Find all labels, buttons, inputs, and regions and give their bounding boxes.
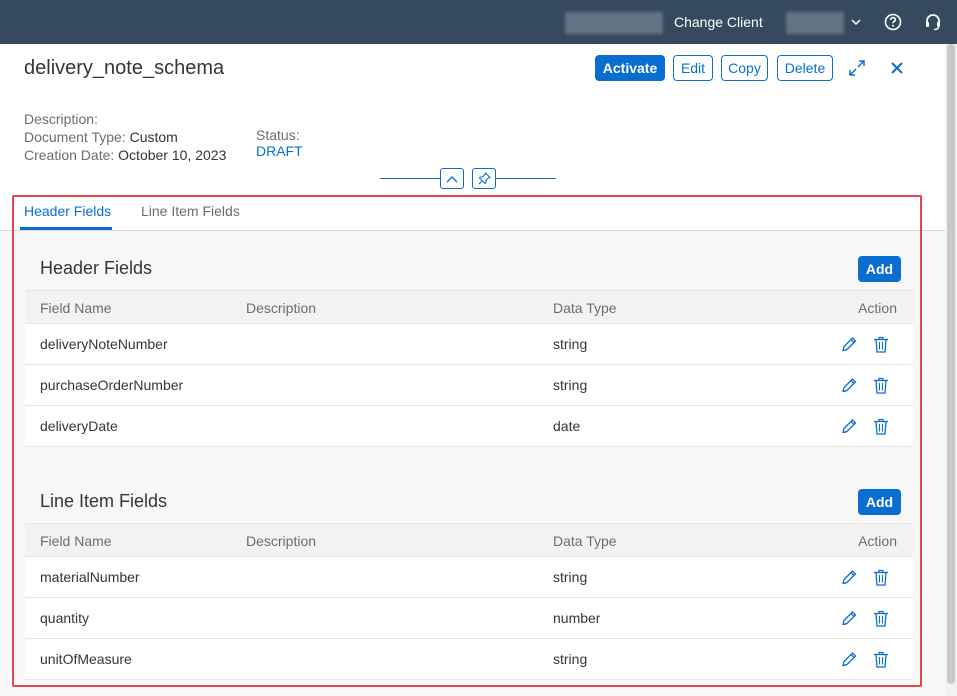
- document-type-attribute: Document Type: Custom: [24, 128, 178, 146]
- pin-header-button[interactable]: [472, 168, 496, 189]
- column-header-description[interactable]: Description: [246, 300, 316, 316]
- description-attribute: Description:: [24, 110, 98, 128]
- collapse-header-icon: [446, 175, 458, 182]
- help-icon[interactable]: [884, 13, 902, 31]
- creation-date-attribute: Creation Date: October 10, 2023: [24, 146, 226, 164]
- table-row[interactable]: unitOfMeasure string: [25, 639, 913, 680]
- table-row[interactable]: deliveryNoteNumber string: [25, 324, 913, 365]
- table-row[interactable]: quantity number: [25, 598, 913, 639]
- data-type-cell: date: [553, 418, 581, 434]
- collapse-header-button[interactable]: [440, 168, 464, 189]
- line-item-fields-title: Line Item Fields: [40, 491, 168, 511]
- line-item-fields-table: Field Name Description Data Type Action …: [25, 523, 913, 680]
- header-fields-table: Field Name Description Data Type Action …: [25, 290, 913, 447]
- edit-button[interactable]: Edit: [673, 55, 713, 81]
- table-row[interactable]: purchaseOrderNumber string: [25, 365, 913, 406]
- creation-date-value: October 10, 2023: [118, 147, 227, 163]
- status-value: DRAFT: [256, 143, 303, 159]
- tab-header-fields[interactable]: Header Fields: [24, 203, 111, 219]
- expand-icon[interactable]: [848, 59, 866, 77]
- column-header-field-name[interactable]: Field Name: [40, 300, 112, 316]
- table-header-row: Field Name Description Data Type Action: [25, 290, 913, 324]
- field-name-cell: materialNumber: [40, 569, 140, 585]
- delete-icon[interactable]: [873, 569, 889, 586]
- header-divider-right: [496, 178, 556, 179]
- delete-icon[interactable]: [873, 418, 889, 435]
- tab-line-item-fields[interactable]: Line Item Fields: [141, 203, 240, 219]
- activate-button[interactable]: Activate: [595, 55, 665, 81]
- delete-icon[interactable]: [873, 377, 889, 394]
- add-line-item-field-button[interactable]: Add: [858, 489, 901, 515]
- close-icon[interactable]: [888, 59, 906, 77]
- status-label: Status:: [256, 127, 300, 143]
- edit-icon[interactable]: [841, 377, 857, 394]
- edit-icon[interactable]: [841, 651, 857, 668]
- page-title: delivery_note_schema: [24, 57, 225, 79]
- data-type-cell: string: [553, 651, 588, 667]
- field-name-cell: deliveryNoteNumber: [40, 336, 168, 352]
- column-header-action: Action: [858, 533, 897, 549]
- column-header-description[interactable]: Description: [246, 533, 316, 549]
- change-client-link[interactable]: Change Client: [674, 14, 763, 30]
- user-name-redacted: [565, 12, 663, 34]
- column-header-field-name[interactable]: Field Name: [40, 533, 112, 549]
- headset-icon[interactable]: [924, 13, 942, 31]
- document-type-value: Custom: [129, 129, 178, 145]
- add-header-field-button[interactable]: Add: [858, 256, 901, 282]
- scrollbar-thumb[interactable]: [947, 44, 955, 684]
- data-type-cell: string: [553, 336, 588, 352]
- document-type-label: Document Type:: [24, 129, 126, 145]
- header-divider-left: [380, 178, 440, 179]
- data-type-cell: string: [553, 569, 588, 585]
- edit-icon[interactable]: [841, 336, 857, 353]
- delete-icon[interactable]: [873, 610, 889, 627]
- table-row[interactable]: materialNumber string: [25, 557, 913, 598]
- edit-icon[interactable]: [841, 610, 857, 627]
- table-row[interactable]: deliveryDate date: [25, 406, 913, 447]
- field-name-cell: deliveryDate: [40, 418, 118, 434]
- delete-button[interactable]: Delete: [777, 55, 833, 81]
- delete-icon[interactable]: [873, 651, 889, 668]
- field-name-cell: quantity: [40, 610, 90, 626]
- field-name-cell: unitOfMeasure: [40, 651, 132, 667]
- pin-icon: [478, 172, 491, 185]
- column-header-action: Action: [858, 300, 897, 316]
- client-selector-redacted[interactable]: [786, 12, 844, 34]
- field-name-cell: purchaseOrderNumber: [40, 377, 184, 393]
- copy-button[interactable]: Copy: [721, 55, 768, 81]
- edit-icon[interactable]: [841, 418, 857, 435]
- description-label: Description:: [24, 111, 98, 127]
- data-type-cell: number: [553, 610, 601, 626]
- column-header-data-type[interactable]: Data Type: [553, 533, 617, 549]
- column-header-data-type[interactable]: Data Type: [553, 300, 617, 316]
- edit-icon[interactable]: [841, 569, 857, 586]
- shell-bar: Change Client: [0, 0, 957, 44]
- creation-date-label: Creation Date:: [24, 147, 115, 163]
- delete-icon[interactable]: [873, 336, 889, 353]
- header-fields-title: Header Fields: [40, 258, 153, 278]
- chevron-down-icon[interactable]: [850, 15, 862, 29]
- data-type-cell: string: [553, 377, 588, 393]
- table-header-row: Field Name Description Data Type Action: [25, 523, 913, 557]
